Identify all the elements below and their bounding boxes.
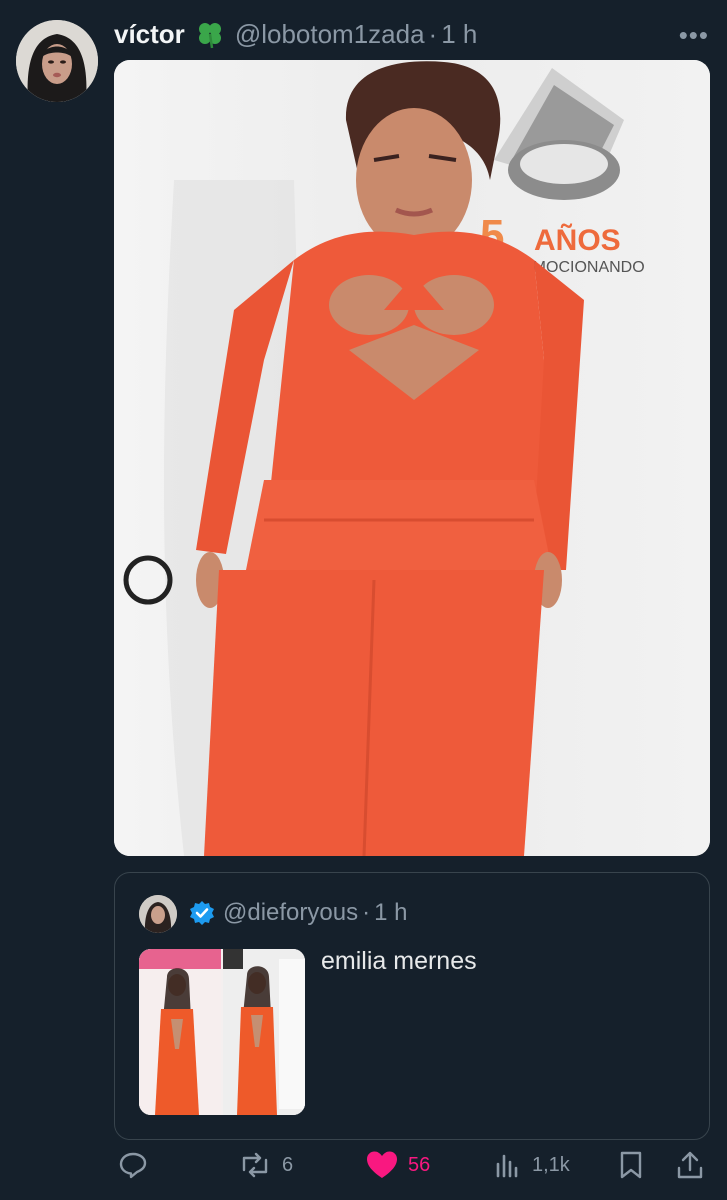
author-name[interactable]: víctor xyxy=(114,19,185,50)
tweet-header: víctor @lobotom1zada · 1 h ••• xyxy=(114,16,709,52)
share-icon xyxy=(676,1150,704,1180)
quoted-separator: · xyxy=(362,899,371,926)
sign-text: AÑOS xyxy=(534,223,621,257)
views-count: 1,1k xyxy=(532,1153,570,1176)
quoted-media-thumbnail[interactable] xyxy=(139,949,305,1115)
bookmark-icon xyxy=(618,1150,644,1180)
tweet-time[interactable]: 1 h xyxy=(441,19,477,50)
retweet-count: 6 xyxy=(282,1153,294,1176)
share-button[interactable] xyxy=(676,1150,704,1180)
retweet-icon xyxy=(238,1150,272,1180)
quoted-handle[interactable]: @dieforyous xyxy=(223,899,358,927)
quoted-text: emilia mernes xyxy=(321,947,477,975)
quoted-author-avatar[interactable] xyxy=(139,895,177,933)
more-options-icon[interactable]: ••• xyxy=(679,20,709,51)
tweet-media-image[interactable]: 5 AÑOS EMOCIONANDO xyxy=(114,60,710,856)
separator-dot: · xyxy=(428,18,438,49)
views-chart-icon xyxy=(494,1150,522,1180)
heart-icon xyxy=(366,1150,398,1180)
like-count: 56 xyxy=(408,1153,431,1176)
quoted-header: @dieforyous · 1 h xyxy=(189,899,407,927)
views-button[interactable]: 1,1k xyxy=(494,1150,570,1180)
author-avatar[interactable] xyxy=(16,20,98,102)
reply-button[interactable] xyxy=(118,1150,158,1180)
quoted-time[interactable]: 1 h xyxy=(374,899,407,927)
bookmark-button[interactable] xyxy=(618,1150,644,1180)
verified-badge-icon xyxy=(189,900,215,926)
clover-icon xyxy=(195,19,225,49)
quoted-tweet[interactable]: @dieforyous · 1 h emilia mernes xyxy=(114,872,710,1140)
tweet-action-bar: 6 56 1,1k xyxy=(114,1150,711,1194)
author-handle[interactable]: @lobotom1zada xyxy=(235,19,425,50)
reply-icon xyxy=(118,1150,148,1180)
retweet-button[interactable]: 6 xyxy=(238,1150,293,1180)
like-button[interactable]: 56 xyxy=(366,1150,430,1180)
